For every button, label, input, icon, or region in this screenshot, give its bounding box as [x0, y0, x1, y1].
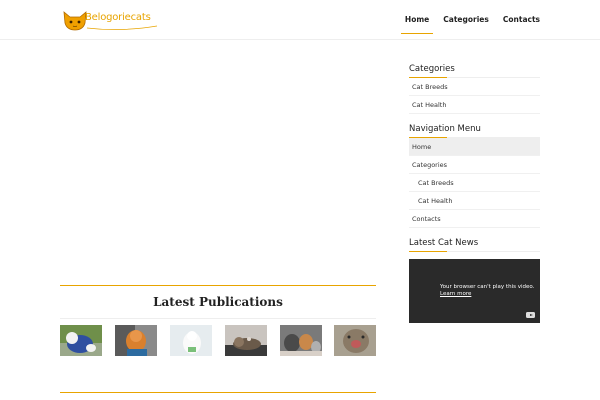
- publications-top-divider: [60, 285, 376, 286]
- publications-divider: [60, 318, 376, 319]
- orange-kitten-photo[interactable]: [115, 325, 157, 356]
- cat-yawning-photo[interactable]: [334, 325, 376, 356]
- youtube-icon[interactable]: [526, 312, 535, 318]
- category-cat-breeds[interactable]: Cat Breeds: [409, 78, 540, 96]
- video-error-text: Your browser can't play this video.: [440, 284, 535, 290]
- latest-cat-news-title: Latest Cat News: [409, 238, 479, 248]
- nav-categories[interactable]: Categories: [443, 15, 489, 34]
- menu-item-categories[interactable]: Categories: [409, 156, 540, 174]
- video-error-message: Your browser can't play this video. Lear…: [440, 284, 534, 298]
- video-player[interactable]: Your browser can't play this video. Lear…: [409, 259, 540, 323]
- logo-text[interactable]: Belogoriecats: [85, 12, 151, 23]
- navigation-menu-title: Navigation Menu: [409, 124, 481, 134]
- learn-more-link[interactable]: Learn more: [440, 291, 534, 298]
- menu-item-cat-breeds[interactable]: Cat Breeds: [409, 174, 540, 192]
- menu-item-contacts[interactable]: Contacts: [409, 210, 540, 228]
- publications-bottom-divider: [60, 392, 376, 393]
- menu-item-cat-health[interactable]: Cat Health: [409, 192, 540, 210]
- cat-lying-photo[interactable]: [225, 325, 267, 356]
- cats-group-photo[interactable]: [280, 325, 322, 356]
- site-header: Belogoriecats Home Categories Contacts: [0, 0, 600, 40]
- publications-thumbnails: [60, 325, 376, 356]
- nav-contacts[interactable]: Contacts: [503, 15, 540, 34]
- category-cat-health[interactable]: Cat Health: [409, 96, 540, 114]
- nav-home[interactable]: Home: [400, 15, 434, 34]
- main-nav: Home Categories Contacts: [391, 15, 540, 34]
- white-cat-photo[interactable]: [170, 325, 212, 356]
- categories-title: Categories: [409, 64, 455, 74]
- latest-cat-news-underline: [409, 251, 540, 252]
- cat-blue-sweater-photo[interactable]: [60, 325, 102, 356]
- publications-title: Latest Publications: [153, 295, 283, 309]
- menu-item-home[interactable]: Home: [409, 138, 540, 156]
